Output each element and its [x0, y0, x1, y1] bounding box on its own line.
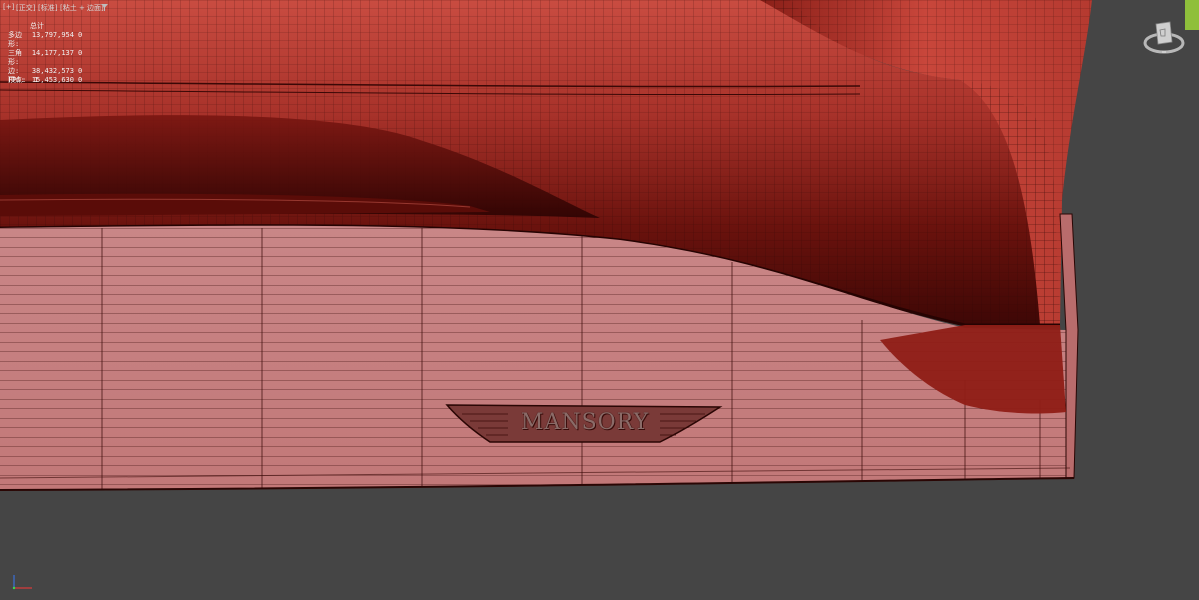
- stats-selected: 0: [78, 76, 83, 84]
- fps-value: 1: [34, 76, 39, 84]
- viewport-menu-shading-standard[interactable]: [标准]: [38, 3, 57, 13]
- stats-row-polygons: 多边形: 13,797,954 0: [8, 31, 82, 49]
- viewport-menu-display-mode[interactable]: [粘土 + 边面]: [60, 3, 104, 13]
- model-render: [0, 0, 1092, 491]
- stats-label: 边:: [8, 67, 20, 75]
- viewport-menu-projection[interactable]: [正交]: [16, 3, 35, 13]
- stats-selected: 0: [78, 49, 83, 57]
- stats-value: 14,177,137: [31, 49, 74, 57]
- viewcube-icon[interactable]: [1142, 16, 1188, 58]
- viewport-active-border: [1185, 0, 1199, 30]
- stats-header: 总计: [30, 22, 44, 30]
- stats-selected: 0: [78, 31, 83, 39]
- fps-label: FPS:: [8, 76, 25, 84]
- funnel-icon[interactable]: [101, 4, 108, 11]
- viewport-menu-plus[interactable]: [+]: [3, 3, 14, 11]
- stats-row-triangles: 三角形: 14,177,137 0: [8, 49, 82, 67]
- fps-counter: FPS: 1: [8, 76, 38, 84]
- mansory-badge-text: MANSORY: [520, 410, 650, 435]
- stats-selected: 0: [78, 67, 83, 75]
- stats-value: 13,797,954: [31, 31, 74, 39]
- stats-label: 三角形:: [8, 49, 22, 66]
- stats-row-edges: 边: 38,432,573 0: [8, 67, 82, 76]
- 3d-viewport[interactable]: MANSORY [+] [正交] [标准] [粘土 + 边面] 总计 多边形: …: [0, 0, 1199, 600]
- axis-tripod-icon: [12, 575, 32, 590]
- stats-value: 38,432,573: [31, 67, 74, 75]
- stats-label: 多边形:: [8, 31, 22, 48]
